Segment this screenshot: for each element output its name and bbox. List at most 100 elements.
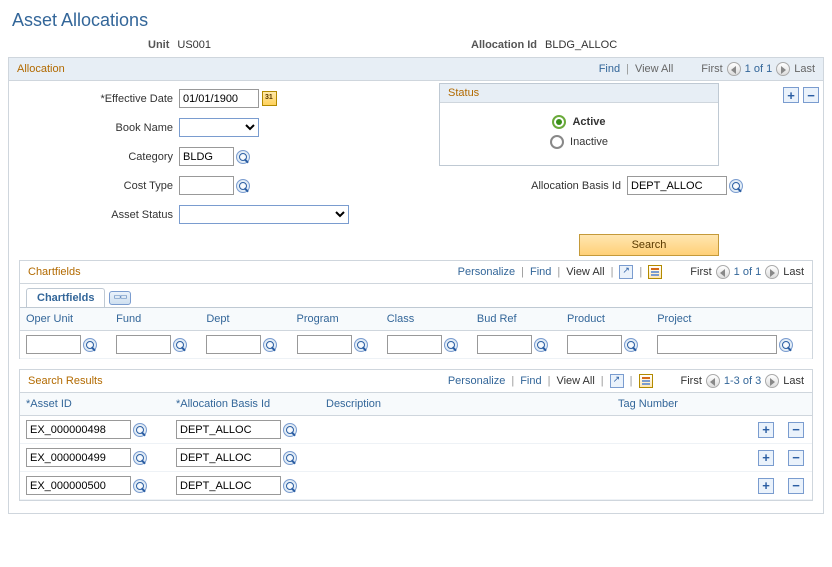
radio-unselected-icon [550,135,564,149]
lookup-icon[interactable] [779,338,793,352]
tab-chartfields[interactable]: Chartfields [26,288,105,307]
add-row-button[interactable]: + [758,422,774,438]
expand-tabs-icon[interactable] [109,291,131,305]
col-description[interactable]: Description [320,393,612,416]
search-button[interactable]: Search [579,234,719,256]
status-inactive-radio[interactable]: Inactive [470,135,688,149]
cf-input[interactable] [116,335,171,354]
find-link[interactable]: Find [520,375,541,387]
lookup-icon[interactable] [283,479,297,493]
next-nav-icon[interactable] [776,62,790,76]
next-nav-icon[interactable] [765,265,779,279]
cf-input[interactable] [387,335,442,354]
status-active-radio[interactable]: Active [470,115,688,129]
remove-row-button[interactable]: − [803,87,819,103]
lookup-icon[interactable] [236,179,250,193]
zoom-icon[interactable] [619,265,633,279]
asset-id-input[interactable] [26,448,131,467]
lookup-icon[interactable] [133,479,147,493]
allocation-id-value: BLDG_ALLOC [545,39,617,51]
next-nav-icon[interactable] [765,374,779,388]
lookup-icon[interactable] [173,338,187,352]
description-cell [320,416,612,444]
lookup-icon[interactable] [133,451,147,465]
description-cell [320,444,612,472]
zoom-icon[interactable] [610,374,624,388]
cf-input[interactable] [477,335,532,354]
lookup-icon[interactable] [624,338,638,352]
col-alloc-basis[interactable]: Allocation Basis Id [170,393,320,416]
spreadsheet-icon[interactable] [648,265,662,279]
col-asset-id[interactable]: Asset ID [20,393,170,416]
alloc-basis-input[interactable] [176,448,281,467]
allocation-id-label: Allocation Id [471,39,537,51]
allocation-section-title[interactable]: Allocation [17,63,65,75]
find-link[interactable]: Find [599,63,620,75]
chartfields-section: Chartfields Personalize | Find | View Al… [19,260,813,359]
status-title[interactable]: Status [448,87,479,99]
lookup-icon[interactable] [729,179,743,193]
alloc-basis-input[interactable] [176,420,281,439]
lookup-icon[interactable] [133,423,147,437]
asset-status-select[interactable] [179,205,349,224]
remove-row-button[interactable]: − [788,478,804,494]
cf-input[interactable] [26,335,81,354]
col-product[interactable]: Product [561,308,651,331]
table-row: +− [20,444,812,472]
lookup-icon[interactable] [236,150,250,164]
remove-row-button[interactable]: − [788,450,804,466]
cf-input[interactable] [567,335,622,354]
personalize-link[interactable]: Personalize [458,266,515,278]
first-label: First [701,63,722,75]
effective-date-label: Effective Date [19,93,179,105]
col-program[interactable]: Program [291,308,381,331]
lookup-icon[interactable] [534,338,548,352]
category-input[interactable] [179,147,234,166]
cost-type-input[interactable] [179,176,234,195]
col-fund[interactable]: Fund [110,308,200,331]
col-oper-unit[interactable]: Oper Unit [20,308,110,331]
personalize-link[interactable]: Personalize [448,375,505,387]
allocation-basis-id-label: Allocation Basis Id [507,180,627,192]
add-row-button[interactable]: + [758,478,774,494]
last-label: Last [783,375,804,387]
lookup-icon[interactable] [283,451,297,465]
cost-type-label: Cost Type [19,180,179,192]
last-label: Last [783,266,804,278]
lookup-icon[interactable] [283,423,297,437]
allocation-basis-id-input[interactable] [627,176,727,195]
cf-input[interactable] [297,335,352,354]
effective-date-input[interactable] [179,89,259,108]
prev-nav-icon[interactable] [727,62,741,76]
spreadsheet-icon[interactable] [639,374,653,388]
lookup-icon[interactable] [444,338,458,352]
range-link[interactable]: 1 of 1 [734,266,762,278]
book-name-select[interactable] [179,118,259,137]
remove-row-button[interactable]: − [788,422,804,438]
lookup-icon[interactable] [83,338,97,352]
chartfields-grid: Oper UnitFundDeptProgramClassBud RefProd… [20,308,812,359]
find-link[interactable]: Find [530,266,551,278]
cf-input[interactable] [206,335,261,354]
range-link[interactable]: 1-3 of 3 [724,375,761,387]
prev-nav-icon[interactable] [716,265,730,279]
col-class[interactable]: Class [381,308,471,331]
alloc-basis-input[interactable] [176,476,281,495]
lookup-icon[interactable] [263,338,277,352]
search-results-title: Search Results [28,375,103,387]
add-row-button[interactable]: + [758,450,774,466]
asset-id-input[interactable] [26,476,131,495]
range-link[interactable]: 1 of 1 [745,63,773,75]
col-dept[interactable]: Dept [200,308,290,331]
col-bud-ref[interactable]: Bud Ref [471,308,561,331]
asset-id-input[interactable] [26,420,131,439]
col-project[interactable]: Project [651,308,812,331]
chartfields-title: Chartfields [28,266,81,278]
lookup-icon[interactable] [354,338,368,352]
col-tag-number[interactable]: Tag Number [612,393,752,416]
calendar-icon[interactable] [262,91,277,106]
first-label: First [690,266,711,278]
prev-nav-icon[interactable] [706,374,720,388]
add-row-button[interactable]: + [783,87,799,103]
cf-input[interactable] [657,335,777,354]
